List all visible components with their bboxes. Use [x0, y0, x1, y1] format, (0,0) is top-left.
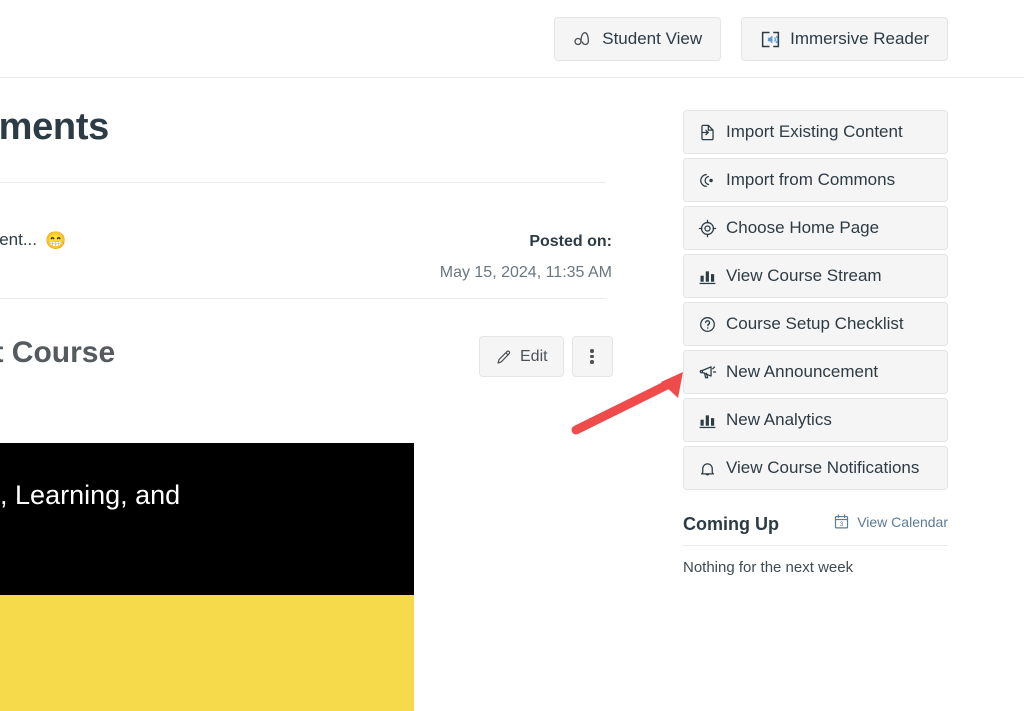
announcement-excerpt: ant announcement... — [0, 230, 38, 249]
coming-up-title: Coming Up — [683, 514, 779, 534]
view-calendar-label: View Calendar — [857, 513, 948, 530]
import-file-icon — [698, 123, 717, 142]
banner-black-block: ing, Learning, and — [0, 443, 414, 595]
megaphone-icon — [698, 363, 717, 382]
sidebar-button-view-course-notifications[interactable]: View Course Notifications — [683, 446, 948, 490]
course-sidebar: Import Existing Content Import from Comm… — [683, 110, 948, 494]
commons-icon — [698, 171, 717, 190]
immersive-reader-button[interactable]: Immersive Reader — [741, 17, 948, 61]
sidebar-button-choose-home-page[interactable]: Choose Home Page — [683, 206, 948, 250]
content-divider-bottom — [0, 298, 606, 299]
immersive-reader-icon — [760, 29, 781, 50]
course-name-heading: Test Course — [0, 336, 116, 369]
content-divider-top — [0, 182, 606, 183]
sidebar-button-label: New Analytics — [726, 410, 832, 429]
course-action-buttons: Edit — [479, 336, 613, 377]
sidebar-button-label: Course Setup Checklist — [726, 314, 904, 333]
edit-button-label: Edit — [520, 347, 548, 365]
banner-yellow-block — [0, 595, 414, 711]
bar-chart-icon — [698, 411, 717, 430]
sidebar-button-label: View Course Notifications — [726, 458, 920, 477]
sidebar-button-import-existing-content[interactable]: Import Existing Content — [683, 110, 948, 154]
sidebar-button-view-course-stream[interactable]: View Course Stream — [683, 254, 948, 298]
sidebar-button-label: New Announcement — [726, 362, 879, 381]
view-calendar-link[interactable]: 3 View Calendar — [833, 513, 948, 530]
top-action-bar: Student View Immersive Reader — [0, 0, 1024, 78]
main-content-column: ncements ement :) ant announcement... 😁 … — [0, 78, 640, 711]
calendar-icon: 3 — [833, 513, 850, 530]
sidebar-button-import-from-commons[interactable]: Import from Commons — [683, 158, 948, 202]
bell-icon — [698, 459, 717, 478]
coming-up-section: Coming Up 3 View Calendar Nothing for th… — [683, 513, 948, 576]
sidebar-button-course-setup-checklist[interactable]: Course Setup Checklist — [683, 302, 948, 346]
course-banner-image: ing, Learning, and — [0, 443, 414, 711]
grinning-face-emoji: 😁 — [45, 230, 67, 250]
posted-on-value: May 15, 2024, 11:35 AM — [439, 264, 612, 281]
student-view-label: Student View — [602, 29, 703, 48]
kebab-menu-icon — [590, 347, 594, 366]
sidebar-button-label: Import from Commons — [726, 170, 896, 189]
sidebar-button-new-analytics[interactable]: New Analytics — [683, 398, 948, 442]
coming-up-header: Coming Up 3 View Calendar — [683, 513, 948, 546]
question-circle-icon — [698, 315, 717, 334]
posted-on-label: Posted on: — [529, 233, 612, 250]
student-view-button[interactable]: Student View — [554, 17, 722, 61]
top-button-group: Student View Immersive Reader — [554, 17, 948, 61]
page-title: ncements — [0, 106, 110, 148]
sidebar-button-label: Choose Home Page — [726, 218, 880, 237]
target-icon — [698, 219, 717, 238]
more-options-button[interactable] — [571, 336, 613, 377]
pencil-icon — [495, 348, 513, 366]
svg-text:3: 3 — [840, 521, 844, 528]
sidebar-button-new-announcement[interactable]: New Announcement — [683, 350, 948, 394]
banner-text: ing, Learning, and — [0, 480, 181, 510]
coming-up-empty-text: Nothing for the next week — [683, 559, 854, 576]
bar-chart-icon — [698, 267, 717, 286]
sidebar-button-label: Import Existing Content — [726, 122, 903, 141]
sidebar-button-label: View Course Stream — [726, 266, 882, 285]
glasses-icon — [573, 29, 593, 49]
announcement-excerpt-row: ant announcement... 😁 — [0, 230, 66, 250]
immersive-reader-label: Immersive Reader — [790, 29, 929, 48]
edit-button[interactable]: Edit — [479, 336, 564, 377]
